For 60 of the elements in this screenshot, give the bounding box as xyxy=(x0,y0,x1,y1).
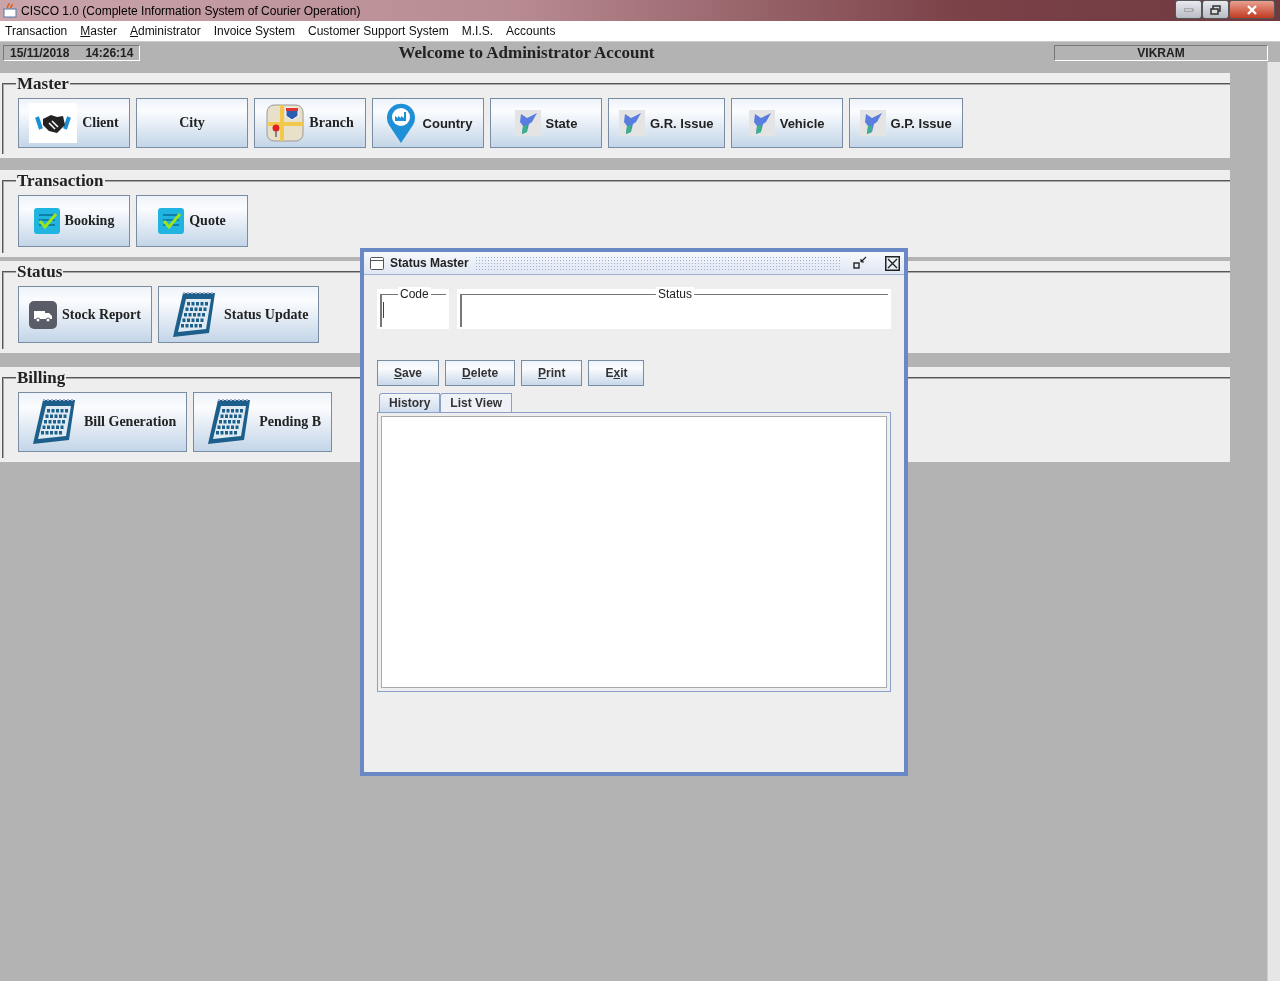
action-button[interactable]: Delete xyxy=(445,360,516,386)
menu-item[interactable]: Accounts xyxy=(506,24,556,38)
restore-icon xyxy=(1210,4,1221,15)
text-field[interactable]: Code xyxy=(377,289,449,329)
map-region-icon xyxy=(859,110,886,136)
module-button[interactable]: Vehicle xyxy=(730,98,843,148)
module-button[interactable]: Branch xyxy=(254,98,366,148)
module-button[interactable]: Status Update xyxy=(157,286,320,343)
map-region-icon xyxy=(748,110,775,136)
menu-item[interactable]: Transaction xyxy=(5,24,68,38)
handshake-icon xyxy=(29,103,78,143)
module-button[interactable]: Stock Report xyxy=(18,286,152,343)
section-title: Transaction xyxy=(16,171,105,191)
time-text: 14:26:14 xyxy=(85,45,134,60)
minimize-icon xyxy=(1183,7,1194,12)
module-button[interactable]: G.R. Issue xyxy=(608,98,725,148)
restore-icon[interactable] xyxy=(853,256,867,270)
truck-icon xyxy=(29,300,57,329)
action-button[interactable]: Save xyxy=(377,360,440,386)
window-title: CISCO 1.0 (Complete Information System of Courier Operation) xyxy=(21,3,362,18)
app-icon xyxy=(3,3,17,18)
module-button[interactable]: City xyxy=(136,98,248,148)
map-icon xyxy=(266,104,305,142)
module-button[interactable]: State xyxy=(490,98,602,148)
menu-item[interactable]: Master xyxy=(80,24,117,38)
section-title: Billing xyxy=(16,368,67,388)
window-icon xyxy=(370,256,384,270)
menu-item[interactable]: Invoice System xyxy=(213,24,295,38)
checklist-icon xyxy=(158,208,185,234)
welcome-heading: Welcome to Administrator Account xyxy=(398,42,656,63)
checklist-icon xyxy=(33,208,60,234)
module-button[interactable]: Booking xyxy=(18,195,130,247)
section-title: Status xyxy=(16,262,64,282)
section-title: Master xyxy=(16,74,70,94)
action-button[interactable]: Print xyxy=(521,360,583,386)
restore-button[interactable] xyxy=(1202,0,1229,19)
tab[interactable]: History xyxy=(379,393,441,412)
date-text: 15/11/2018 xyxy=(10,45,70,60)
close-button[interactable] xyxy=(1229,0,1275,19)
field-label: Status xyxy=(656,287,694,301)
user-name-field: VIKRAM xyxy=(1054,44,1268,61)
tab[interactable]: List View xyxy=(440,393,513,412)
field-label: Code xyxy=(398,287,431,301)
text-field[interactable]: Status xyxy=(457,289,891,329)
close-icon xyxy=(1246,4,1258,15)
module-button[interactable]: Country xyxy=(372,98,484,148)
menu-item[interactable]: M.I.S. xyxy=(461,24,494,38)
menu-item[interactable]: Customer Support System xyxy=(308,24,449,38)
module-button[interactable]: Pending B xyxy=(193,392,333,452)
map-region-icon xyxy=(514,110,541,136)
module-button[interactable]: G.P. Issue xyxy=(848,98,963,148)
menu-item[interactable]: Administrator xyxy=(129,24,201,38)
action-button[interactable]: Exit xyxy=(588,360,645,386)
module-button[interactable]: Bill Generation xyxy=(18,392,188,452)
map-region-icon xyxy=(619,110,645,136)
module-button[interactable]: Quote xyxy=(136,195,248,247)
window-title: Status Master xyxy=(390,256,469,270)
close-icon[interactable] xyxy=(885,255,900,271)
minimize-button[interactable] xyxy=(1175,0,1202,19)
module-button[interactable]: Client xyxy=(18,98,130,148)
